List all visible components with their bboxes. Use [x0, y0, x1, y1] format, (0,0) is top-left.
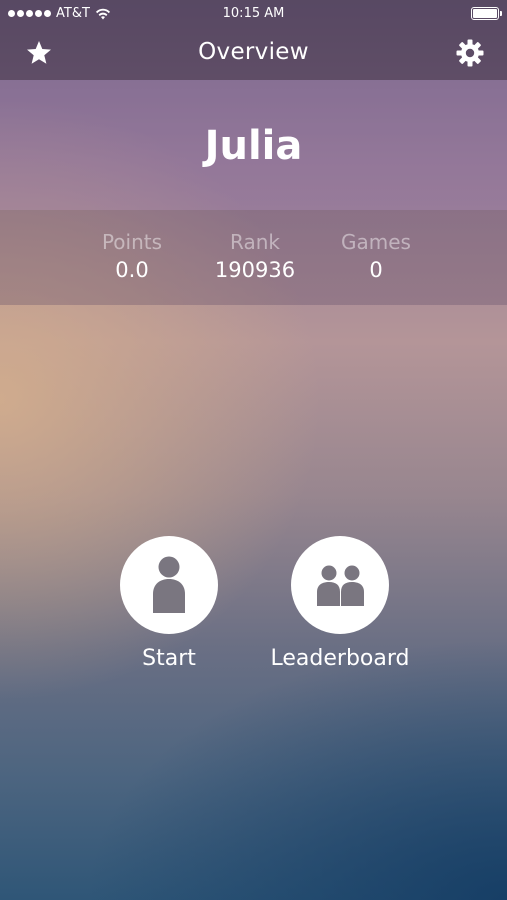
stats-panel: Points 0.0 Rank 190936 Games 0 [0, 210, 507, 305]
leaderboard-button[interactable]: Leaderboard [250, 536, 430, 671]
games-value: 0 [369, 258, 383, 282]
stat-rank: Rank 190936 [190, 230, 320, 282]
person-icon [153, 556, 185, 613]
start-button[interactable]: Start [79, 536, 259, 671]
gear-icon[interactable] [455, 38, 485, 68]
rank-value: 190936 [214, 258, 296, 282]
stat-points: Points 0.0 [67, 230, 197, 282]
page-title: Overview [198, 39, 309, 65]
group-icon [317, 565, 364, 606]
points-value: 0.0 [115, 258, 149, 282]
status-time: 10:15 AM [222, 6, 285, 21]
points-label: Points [101, 230, 163, 254]
leaderboard-circle[interactable] [291, 536, 389, 634]
navigation-bar: Overview [0, 28, 507, 80]
stat-games: Games 0 [311, 230, 441, 282]
status-bar: AT&T 10:15 AM [0, 0, 507, 28]
games-label: Games [341, 230, 411, 254]
leaderboard-label[interactable]: Leaderboard [250, 646, 430, 671]
start-circle[interactable] [120, 536, 218, 634]
rank-label: Rank [230, 230, 280, 254]
profile-header: Julia [0, 80, 507, 210]
user-name: Julia [204, 123, 303, 169]
start-label[interactable]: Start [79, 646, 259, 671]
battery-icon [471, 7, 502, 20]
